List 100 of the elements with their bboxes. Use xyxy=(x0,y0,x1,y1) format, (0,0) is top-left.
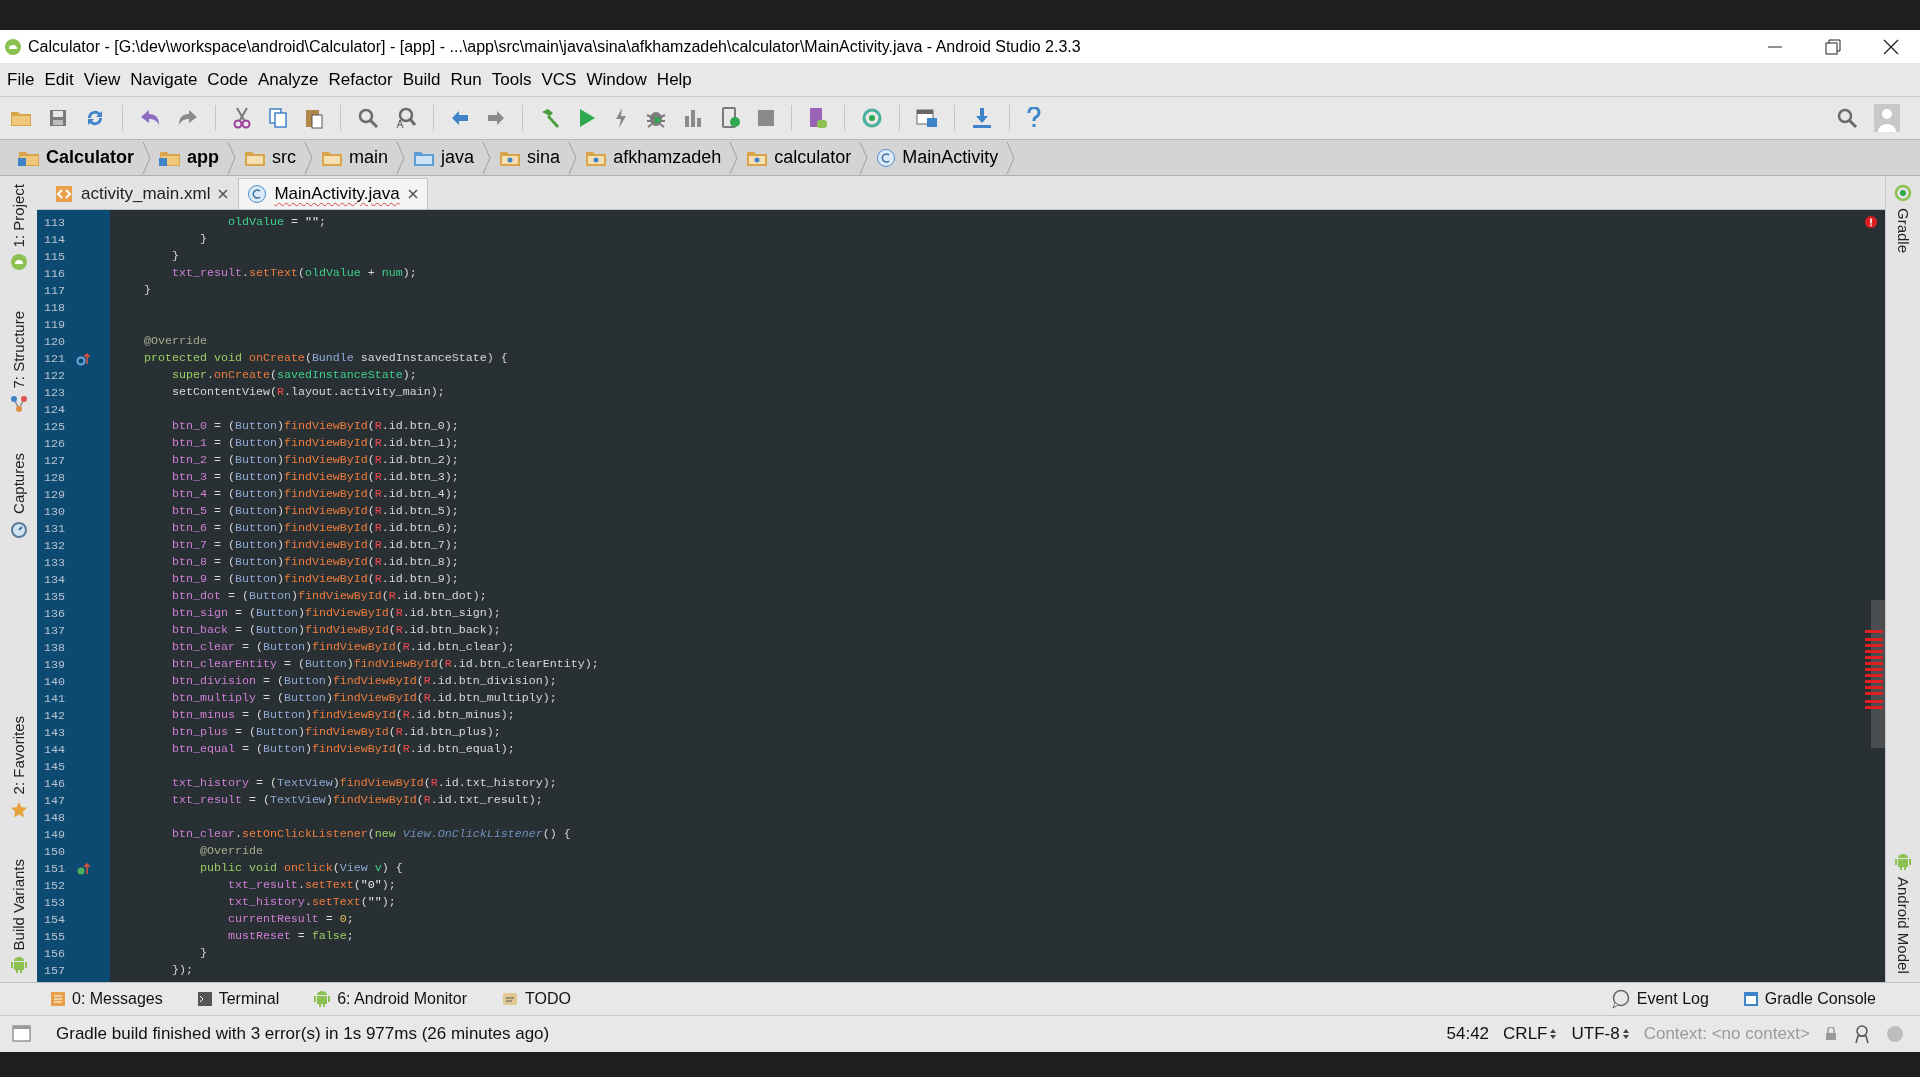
save-icon[interactable] xyxy=(48,108,68,128)
speech-bubble-icon xyxy=(1610,989,1631,1009)
line-number: 138 xyxy=(44,640,66,655)
implement-marker-icon[interactable] xyxy=(76,861,90,876)
messages-icon xyxy=(50,991,66,1007)
tool-window-button[interactable]: 7: Structure xyxy=(10,311,27,389)
code-line: } xyxy=(198,946,207,960)
menu-item[interactable]: Edit xyxy=(39,69,79,90)
file-encoding[interactable]: UTF-8 xyxy=(1571,1024,1620,1044)
lock-icon[interactable] xyxy=(1824,1027,1838,1041)
line-number: 152 xyxy=(44,878,66,893)
menu-item[interactable]: Build xyxy=(397,69,446,90)
tool-window-button[interactable]: Terminal xyxy=(218,990,280,1008)
code-line: mustReset = false; xyxy=(226,929,354,943)
stop-icon[interactable] xyxy=(757,109,775,127)
line-number: 132 xyxy=(44,538,66,553)
search-icon[interactable] xyxy=(357,107,379,129)
breadcrumb-item[interactable]: main xyxy=(349,147,389,168)
tool-window-button[interactable]: Event Log xyxy=(1636,990,1709,1008)
tool-window-button[interactable]: Gradle Console xyxy=(1764,990,1876,1008)
phone-bug-icon[interactable] xyxy=(721,107,741,129)
forward-arrow-icon[interactable] xyxy=(486,109,506,127)
restore-icon[interactable] xyxy=(1824,37,1842,56)
code-line: btn_8 = (Button)findViewById(R.id.btn_8); xyxy=(170,555,459,569)
breadcrumb-item[interactable]: Calculator xyxy=(46,147,135,168)
android-icon xyxy=(4,37,22,56)
menu-item[interactable]: File xyxy=(2,69,40,90)
menu-item[interactable]: Help xyxy=(651,69,697,90)
back-arrow-icon[interactable] xyxy=(450,109,470,127)
window-title: Calculator - [G:\dev\workspace\android\Calculator] - [app] - ...\app\src\main\java\sina\afkhamzadeh\calculator\MainActivity.java - Android Studio 2.3.3 xyxy=(28,37,1082,56)
up-down-arrows-icon[interactable] xyxy=(1549,1027,1558,1041)
line-number: 113 xyxy=(44,215,66,230)
tool-window-button[interactable]: Gradle xyxy=(1894,208,1912,254)
close-icon[interactable] xyxy=(1882,37,1900,56)
gradle-sync-icon[interactable] xyxy=(861,107,883,129)
line-number: 129 xyxy=(44,487,66,502)
breadcrumb-item[interactable]: MainActivity xyxy=(902,147,999,168)
panel-toggle-icon[interactable] xyxy=(12,1024,32,1044)
line-number: 153 xyxy=(44,895,66,910)
line-number: 140 xyxy=(44,674,66,689)
menu-item[interactable]: Window xyxy=(581,69,652,90)
code-line: btn_clear.setOnClickListener(new View.OnClickListener() { xyxy=(170,827,571,841)
breadcrumb-item[interactable]: src xyxy=(272,147,297,168)
line-number: 125 xyxy=(44,419,66,434)
run-icon[interactable] xyxy=(577,107,597,129)
menu-item[interactable]: Refactor xyxy=(323,69,398,90)
breadcrumb-item[interactable]: app xyxy=(187,147,220,168)
chevron-icon xyxy=(227,140,237,175)
menu-item[interactable]: Code xyxy=(202,69,253,90)
override-marker-icon[interactable] xyxy=(76,351,90,366)
xml-file-icon xyxy=(54,184,74,204)
up-down-arrows-icon[interactable] xyxy=(1621,1027,1630,1041)
project-structure-icon[interactable] xyxy=(916,107,938,129)
inspector-figure-icon[interactable] xyxy=(1852,1024,1872,1044)
breadcrumb-item[interactable]: calculator xyxy=(774,147,852,168)
menu-item[interactable]: VCS xyxy=(536,69,582,90)
lightning-icon[interactable] xyxy=(613,107,629,129)
menu-item[interactable]: Analyze xyxy=(253,69,324,90)
close-icon[interactable] xyxy=(406,188,419,200)
tool-window-button[interactable]: Build Variants xyxy=(10,858,27,950)
download-icon[interactable] xyxy=(971,107,993,129)
line-number: 117 xyxy=(44,283,66,298)
copy-icon[interactable] xyxy=(268,107,288,129)
editor-tab[interactable]: activity_main.xml xyxy=(45,178,239,209)
tool-window-button[interactable]: TODO xyxy=(525,990,571,1008)
caret-position[interactable]: 54:42 xyxy=(1446,1024,1490,1044)
phone-android-icon[interactable] xyxy=(808,107,828,129)
scissors-icon[interactable] xyxy=(232,107,252,129)
editor-tab[interactable]: MainActivity.java xyxy=(238,178,428,209)
star-icon xyxy=(9,800,28,819)
line-separator[interactable]: CRLF xyxy=(1503,1024,1548,1044)
tool-window-button[interactable]: 1: Project xyxy=(10,184,27,248)
code-line: } xyxy=(170,249,179,263)
tool-window-button[interactable]: 2: Favorites xyxy=(10,716,27,795)
status-message[interactable]: Gradle build finished with 3 error(s) in 1s 977ms (26 minutes ago) xyxy=(56,1024,1433,1044)
tool-window-button[interactable]: Android Model xyxy=(1894,877,1912,974)
breadcrumb-item[interactable]: java xyxy=(441,147,475,168)
code-line: super.onCreate(savedInstanceState); xyxy=(170,368,417,382)
tool-window-button[interactable]: Captures xyxy=(10,452,27,514)
help-icon[interactable] xyxy=(1026,107,1042,129)
menu-item[interactable]: Tools xyxy=(486,69,537,90)
context-indicator: Context: <no context> xyxy=(1643,1024,1810,1044)
line-number: 120 xyxy=(44,334,66,349)
breadcrumb-item[interactable]: afkhamzadeh xyxy=(613,147,722,168)
menu-item[interactable]: Navigate xyxy=(125,69,203,90)
console-icon xyxy=(1742,991,1759,1007)
structure-icon xyxy=(9,394,28,413)
breadcrumb-item[interactable]: sina xyxy=(527,147,561,168)
tool-window-button[interactable]: 0: Messages xyxy=(72,990,163,1008)
search-icon[interactable] xyxy=(1836,107,1858,129)
code-line: btn_7 = (Button)findViewById(R.id.btn_7); xyxy=(170,538,459,552)
code-line: txt_history = (TextView)findViewById(R.id.txt_history); xyxy=(170,776,557,790)
replace-icon[interactable] xyxy=(395,107,417,129)
open-folder-icon[interactable] xyxy=(10,109,32,127)
code-line: btn_dot = (Button)findViewById(R.id.btn_dot); xyxy=(170,589,487,603)
tool-window-button[interactable]: 6: Android Monitor xyxy=(337,990,468,1008)
paste-icon[interactable] xyxy=(304,107,324,129)
code-line: btn_sign = (Button)findViewById(R.id.btn_sign); xyxy=(170,606,501,620)
menu-item[interactable]: Run xyxy=(445,69,487,90)
menu-item[interactable]: View xyxy=(78,69,126,90)
